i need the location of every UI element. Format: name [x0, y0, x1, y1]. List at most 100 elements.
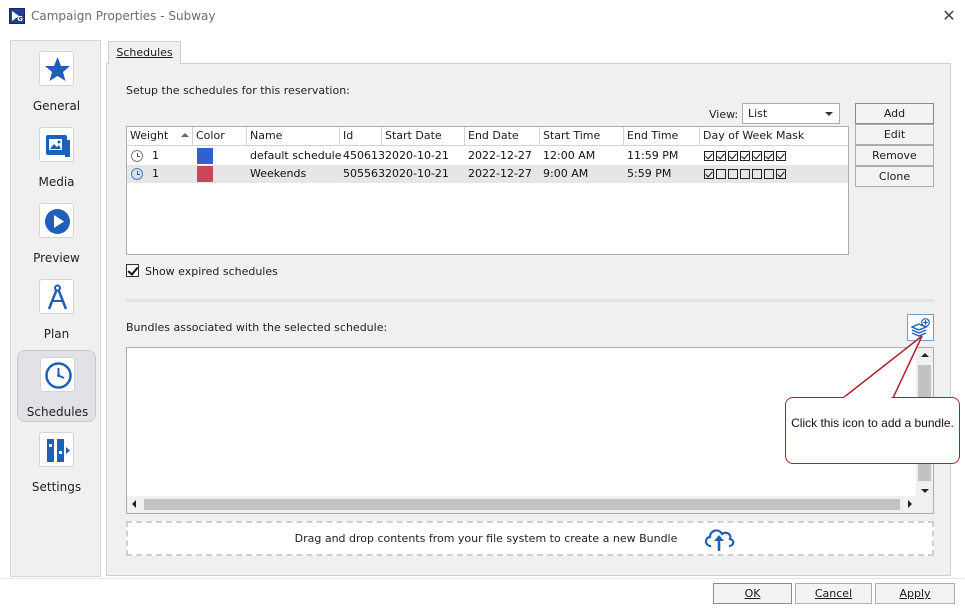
nav-item-settings[interactable]: Settings — [17, 426, 96, 498]
section-divider — [126, 299, 934, 302]
day-of-week-checkbox — [776, 151, 786, 161]
cell-start-time: 9:00 AM — [543, 167, 589, 180]
close-icon[interactable]: ✕ — [938, 5, 960, 27]
day-of-week-checkbox — [704, 169, 714, 179]
ok-button-label: OK — [744, 587, 761, 600]
horizontal-scrollbar[interactable] — [127, 496, 917, 513]
show-expired-label[interactable]: Show expired schedules — [145, 265, 278, 278]
dropzone-text: Drag and drop contents from your file sy… — [294, 532, 678, 545]
clone-button-label: Clone — [878, 170, 911, 183]
bundles-label: Bundles associated with the selected sch… — [126, 321, 388, 334]
chevron-down-icon — [825, 112, 833, 116]
nav-label: General — [32, 99, 81, 113]
settings-icon — [39, 432, 74, 467]
day-of-week-checkbox — [728, 151, 738, 161]
apply-button[interactable]: Apply — [875, 583, 955, 604]
column-header-weight[interactable]: Weight — [127, 127, 193, 146]
cancel-button[interactable]: Cancel — [795, 583, 872, 604]
cancel-button-label: Cancel — [814, 587, 853, 600]
column-header-day-of-week-mask[interactable]: Day of Week Mask — [700, 127, 848, 146]
table-row[interactable]: 1 Weekends 505563 2020-10-21 2022-12-27 … — [127, 165, 848, 183]
cell-name: Weekends — [250, 167, 307, 180]
scroll-right-icon[interactable] — [908, 500, 912, 508]
day-of-week-checkbox — [704, 151, 714, 161]
nav-label: Plan — [43, 327, 70, 341]
nav-item-media[interactable]: Media — [17, 121, 96, 193]
nav-item-preview[interactable]: Preview — [17, 197, 96, 269]
day-of-week-checkbox — [740, 169, 750, 179]
nav-label: Preview — [33, 251, 80, 265]
scroll-thumb[interactable] — [144, 499, 900, 510]
column-header-id[interactable]: Id — [340, 127, 382, 146]
apply-button-label: Apply — [899, 587, 931, 600]
bundle-dropzone[interactable]: Drag and drop contents from your file sy… — [126, 521, 934, 556]
view-label: View: — [709, 108, 739, 121]
nav-label: Settings — [31, 480, 82, 494]
color-swatch — [197, 148, 213, 164]
cloud-upload-icon — [704, 529, 735, 551]
scroll-down-icon[interactable] — [921, 489, 929, 493]
play-icon — [39, 203, 74, 238]
view-select-value: List — [748, 107, 768, 120]
clock-icon — [131, 168, 143, 180]
day-of-week-checkbox — [776, 169, 786, 179]
column-header-start-date[interactable]: Start Date — [382, 127, 465, 146]
add-button-label: Add — [883, 107, 906, 120]
table-header: Weight Color Name Id Start Date End Date… — [127, 127, 848, 146]
column-header-end-time[interactable]: End Time — [624, 127, 700, 146]
add-button[interactable]: Add — [855, 103, 934, 124]
day-of-week-checkbox — [752, 151, 762, 161]
window-title: Campaign Properties - Subway — [31, 9, 216, 23]
cell-end-time: 5:59 PM — [627, 167, 672, 180]
edit-button-label: Edit — [883, 128, 906, 141]
day-of-week-checkbox — [764, 151, 774, 161]
star-icon — [39, 51, 74, 86]
sort-ascending-icon — [181, 133, 189, 137]
ok-button[interactable]: OK — [713, 583, 792, 604]
media-icon — [39, 127, 74, 162]
cell-start-date: 2020-10-21 — [385, 167, 449, 180]
side-navigation: General Media Preview Plan Schedules Set… — [10, 40, 101, 577]
tab-label: Schedules — [116, 46, 173, 59]
day-of-week-checkbox — [728, 169, 738, 179]
day-of-week-checkbox — [752, 169, 762, 179]
tab-schedules[interactable]: Schedules — [108, 41, 181, 64]
cell-end-date: 2022-12-27 — [468, 149, 532, 162]
show-expired-checkbox[interactable] — [126, 264, 139, 277]
day-of-week-checkbox — [764, 169, 774, 179]
cell-end-time: 11:59 PM — [627, 149, 679, 162]
cell-end-date: 2022-12-27 — [468, 167, 532, 180]
table-row[interactable]: 1 default schedule 450613 2020-10-21 202… — [127, 147, 848, 165]
column-header-color[interactable]: Color — [193, 127, 247, 146]
title-bar: G Campaign Properties - Subway ✕ — [0, 0, 965, 32]
column-header-end-date[interactable]: End Date — [465, 127, 540, 146]
clock-icon — [40, 357, 75, 392]
nav-item-plan[interactable]: Plan — [17, 273, 96, 345]
cell-name: default schedule — [250, 149, 342, 162]
setup-label: Setup the schedules for this reservation… — [126, 84, 350, 97]
add-bundle-button[interactable] — [907, 314, 934, 341]
nav-label: Media — [38, 175, 75, 189]
column-header-name[interactable]: Name — [247, 127, 340, 146]
scroll-left-icon[interactable] — [132, 500, 136, 508]
clock-icon — [131, 150, 143, 162]
cell-weight: 1 — [152, 149, 159, 162]
footer-separator — [0, 578, 965, 579]
day-of-week-checkbox — [740, 151, 750, 161]
nav-item-schedules[interactable]: Schedules — [17, 350, 96, 422]
app-logo-icon: G — [9, 8, 25, 24]
remove-button[interactable]: Remove — [855, 145, 934, 166]
compass-icon — [39, 279, 74, 314]
color-swatch — [197, 166, 213, 182]
remove-button-label: Remove — [872, 149, 917, 162]
edit-button[interactable]: Edit — [855, 124, 934, 145]
column-header-start-time[interactable]: Start Time — [540, 127, 624, 146]
clone-button[interactable]: Clone — [855, 166, 934, 187]
nav-label: Schedules — [26, 405, 89, 419]
nav-item-general[interactable]: General — [17, 45, 96, 117]
day-of-week-mask — [704, 169, 788, 180]
view-select[interactable]: List — [742, 103, 840, 124]
cell-start-time: 12:00 AM — [543, 149, 596, 162]
cell-id: 450613 — [343, 149, 385, 162]
scroll-up-icon[interactable] — [921, 353, 929, 357]
